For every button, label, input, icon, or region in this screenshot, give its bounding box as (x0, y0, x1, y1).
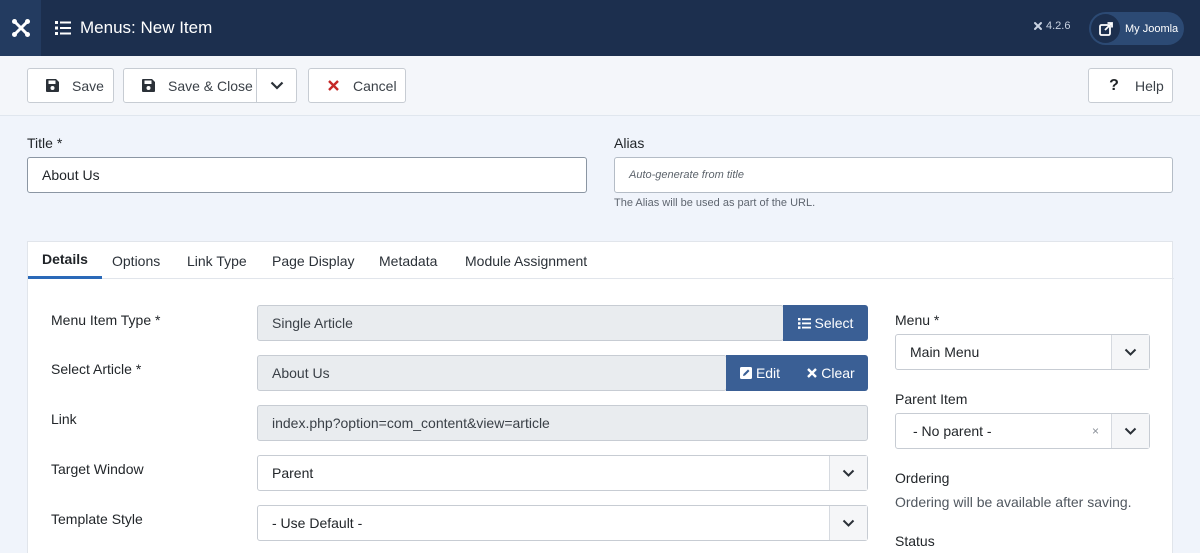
alias-label: Alias (614, 135, 645, 151)
ordering-text: Ordering will be available after saving. (895, 494, 1132, 510)
alias-input[interactable]: Auto-generate from title (614, 157, 1173, 193)
tab-metadata[interactable]: Metadata (365, 242, 451, 279)
link-field: index.php?option=com_content&view=articl… (257, 405, 868, 441)
save-button[interactable]: Save (27, 68, 114, 103)
edit-article-button[interactable]: Edit (726, 355, 794, 391)
target-window-value: Parent (272, 465, 314, 481)
save-label: Save (72, 77, 104, 94)
menu-item-type-field: Single Article (257, 305, 784, 341)
my-joomla-button[interactable]: My Joomla (1089, 12, 1184, 45)
chevron-down-icon (829, 456, 867, 490)
question-icon: ? (1109, 76, 1119, 94)
clear-label: Clear (821, 365, 855, 381)
close-icon (325, 78, 341, 94)
chevron-down-icon (1111, 335, 1149, 369)
floppy-disk-icon (140, 78, 156, 94)
joomla-logo[interactable] (0, 0, 41, 56)
joomla-small-icon (1034, 22, 1042, 30)
menu-item-type-label: Menu Item Type * (51, 312, 161, 328)
tab-page-display[interactable]: Page Display (258, 242, 369, 279)
help-label: Help (1135, 77, 1164, 94)
tab-options[interactable]: Options (98, 242, 174, 279)
joomla-logo-icon (11, 19, 30, 37)
template-style-value: - Use Default - (272, 515, 363, 531)
template-style-select[interactable]: - Use Default - (257, 505, 868, 541)
clear-selection-icon[interactable]: × (1092, 424, 1099, 438)
select-label: Select (814, 315, 854, 331)
link-label: Link (51, 411, 77, 427)
title-label: Title * (27, 135, 63, 151)
page-title: Menus: New Item (80, 18, 213, 37)
floppy-disk-icon (44, 78, 60, 94)
save-close-button[interactable]: Save & Close (123, 68, 257, 103)
tab-details[interactable]: Details (28, 242, 102, 279)
select-article-field: About Us (257, 355, 727, 391)
tab-bar: Details Options Link Type Page Display M… (28, 242, 1174, 279)
list-icon (55, 21, 71, 35)
parent-item-value: - No parent - (913, 423, 992, 439)
save-options-dropdown[interactable] (256, 68, 297, 103)
status-label: Status (895, 533, 935, 549)
select-type-button[interactable]: Select (783, 305, 868, 341)
select-article-label: Select Article * (51, 361, 142, 377)
version-text: 4.2.6 (1046, 20, 1071, 32)
menu-value: Main Menu (910, 344, 980, 360)
tab-link-type[interactable]: Link Type (173, 242, 261, 279)
chevron-down-icon (270, 81, 283, 90)
ordering-label: Ordering (895, 470, 950, 486)
menu-select[interactable]: Main Menu (895, 334, 1150, 370)
edit-icon (739, 367, 752, 379)
chevron-down-icon (1111, 414, 1149, 448)
top-header: Menus: New Item 4.2.6 My Joomla (0, 0, 1200, 56)
clear-article-button[interactable]: Clear (794, 355, 868, 391)
help-button[interactable]: ? Help (1088, 68, 1173, 103)
close-icon (807, 368, 818, 378)
alias-hint: The Alias will be used as part of the UR… (614, 197, 816, 209)
chevron-down-icon (829, 506, 867, 540)
parent-item-label: Parent Item (895, 391, 968, 407)
template-style-label: Template Style (51, 511, 143, 527)
version-badge: 4.2.6 (1033, 20, 1070, 32)
my-joomla-label: My Joomla (1125, 22, 1179, 35)
save-close-label: Save & Close (168, 77, 253, 94)
menu-label: Menu * (895, 312, 940, 328)
page-heading: Menus: New Item (55, 18, 212, 38)
tab-module-assignment[interactable]: Module Assignment (451, 242, 601, 279)
parent-item-select[interactable]: - No parent - × (895, 413, 1150, 449)
toolbar: Save Save & Close Cancel ? Help (0, 56, 1200, 116)
list-icon (797, 317, 811, 329)
target-window-select[interactable]: Parent (257, 455, 868, 491)
external-link-icon (1091, 14, 1120, 43)
title-input[interactable]: About Us (27, 157, 587, 193)
edit-label: Edit (755, 365, 781, 381)
target-window-label: Target Window (51, 461, 144, 477)
cancel-label: Cancel (353, 77, 397, 94)
cancel-button[interactable]: Cancel (308, 68, 406, 103)
